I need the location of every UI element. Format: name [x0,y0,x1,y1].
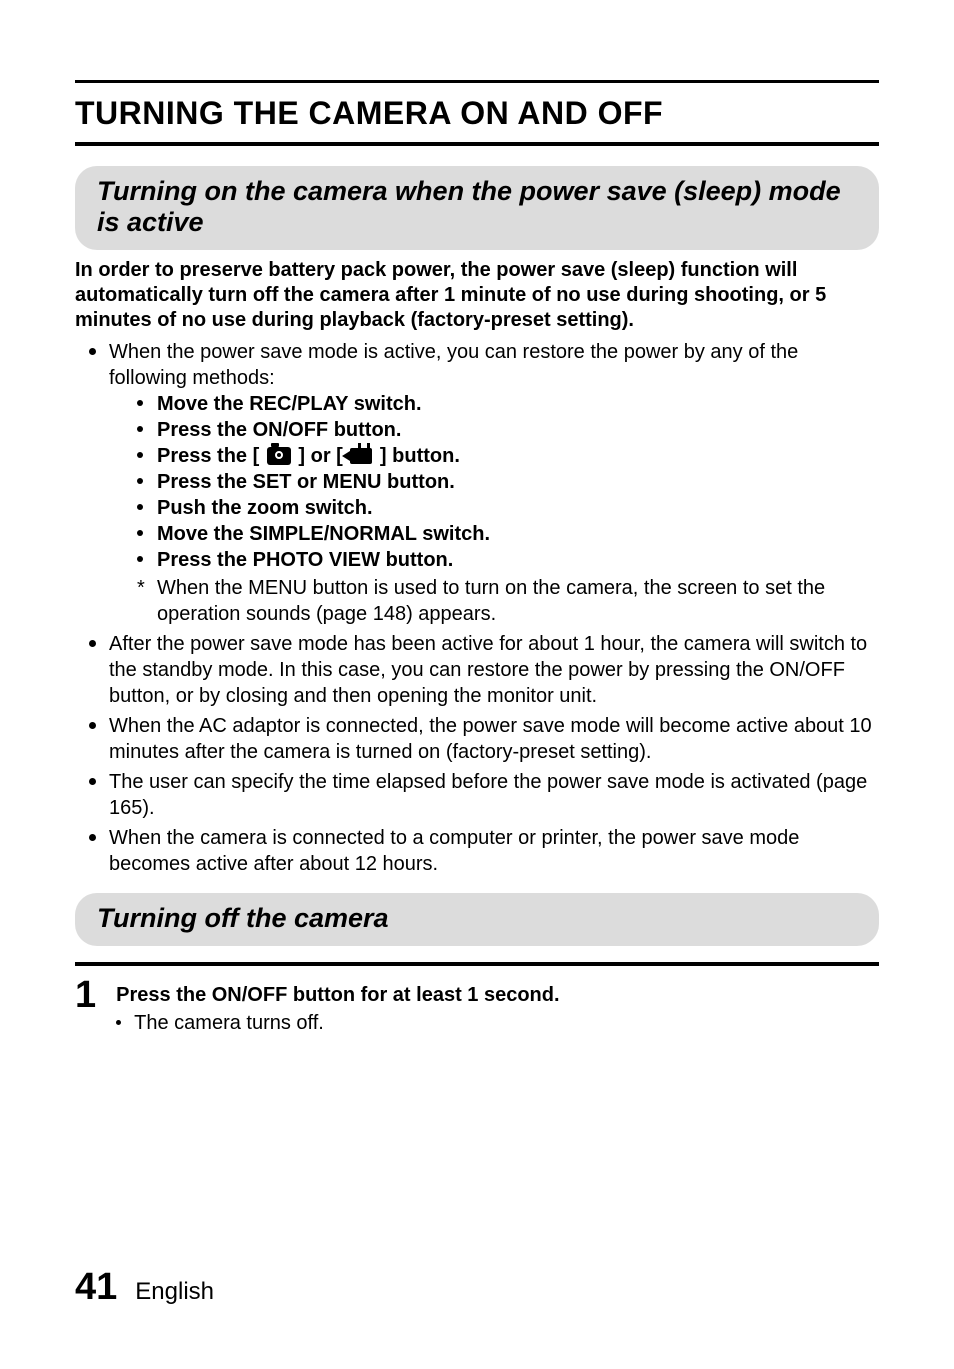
step-rule [75,962,879,966]
section-heading-text: Turning on the camera when the power sav… [97,176,857,238]
bullet-restore-methods: When the power save mode is active, you … [89,339,879,627]
video-icon [350,448,372,464]
methods-list: Move the REC/PLAY switch. Press the ON/O… [109,391,879,573]
method-photo-view: Press the PHOTO VIEW button. [137,547,879,573]
page-number: 41 [75,1266,117,1309]
method-buttons-text-b: ] or [ [293,445,349,467]
main-bullet-list: When the power save mode is active, you … [75,339,879,877]
page-footer: 41 English [75,1266,879,1309]
method-buttons-text-a: Press the [ [157,445,265,467]
intro-paragraph: In order to preserve battery pack power,… [75,258,879,333]
page-title: TURNING THE CAMERA ON AND OFF [75,95,879,132]
camera-icon [267,447,291,465]
method-rec-play: Move the REC/PLAY switch. [137,391,879,417]
bullet-user-specify: The user can specify the time elapsed be… [89,769,879,821]
method-simple-normal: Move the SIMPLE/NORMAL switch. [137,521,879,547]
method-buttons: Press the [ ] or [ ] button. [137,443,879,469]
method-set-menu: Press the SET or MENU button. [137,469,879,495]
step-instruction: Press the ON/OFF button for at least 1 s… [116,982,559,1008]
page-language: English [135,1278,214,1306]
title-underline [75,142,879,146]
section-heading-power-save: Turning on the camera when the power sav… [75,166,879,250]
step-body: Press the ON/OFF button for at least 1 s… [116,976,559,1036]
section-heading-turn-off-text: Turning off the camera [97,903,857,934]
bullet-standby: After the power save mode has been activ… [89,631,879,709]
top-rule [75,80,879,83]
menu-note-text: When the MENU button is used to turn on … [157,577,825,625]
method-zoom: Push the zoom switch. [137,495,879,521]
asterisk-marker: * [137,575,145,601]
method-on-off: Press the ON/OFF button. [137,417,879,443]
bullet-ac-adaptor: When the AC adaptor is connected, the po… [89,713,879,765]
bullet-computer-printer: When the camera is connected to a comput… [89,825,879,877]
section-heading-turn-off: Turning off the camera [75,893,879,946]
step-block: 1 Press the ON/OFF button for at least 1… [75,976,879,1036]
step-number: 1 [75,976,96,1014]
restore-intro-text: When the power save mode is active, you … [109,341,798,389]
menu-note: * When the MENU button is used to turn o… [109,575,879,627]
step-result: The camera turns off. [116,1010,559,1036]
method-buttons-text-c: ] button. [374,445,460,467]
